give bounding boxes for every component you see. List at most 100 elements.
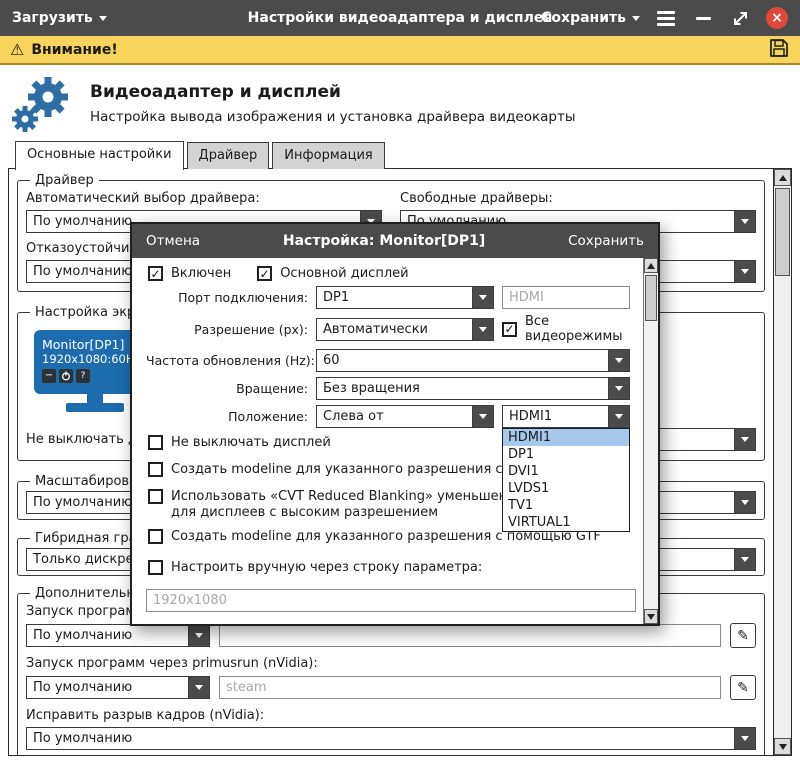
tab-main-settings[interactable]: Основные настройки [15,141,184,170]
position-target-combo[interactable]: HDMI1 [502,405,630,428]
cvt-reduced-blanking-checkbox[interactable]: Использовать «CVT Reduced Blanking» умен… [148,489,552,521]
close-button[interactable] [766,7,788,29]
combo-value: DP1 [317,287,472,308]
scroll-down-button[interactable] [644,609,658,624]
arrow-up-icon [779,175,787,181]
port-combo[interactable]: DP1 [316,286,494,309]
arrow-up-icon [647,263,655,269]
primusrun-mode-combo[interactable]: По умолчанию [26,676,210,699]
arrow-down-icon [647,614,655,620]
auto-driver-label: Автоматический выбор драйвера: [26,191,382,207]
checkbox-label: Не выключать дисплей [171,435,331,450]
save-menu-label: Сохранить [541,10,626,26]
resolution-combo[interactable]: Автоматически [316,318,494,341]
scroll-up-button[interactable] [774,169,791,186]
all-video-modes-checkbox[interactable]: Все видеорежимы [502,314,636,344]
page-title: Видеоадаптер и дисплей [90,82,576,102]
primusrun-edit-pencil-button[interactable] [730,675,756,700]
refresh-rate-combo[interactable]: 60 [316,349,630,372]
combo-value: По умолчанию [27,677,188,698]
dialog-body: Включен Основной дисплей Порт подключени… [132,258,658,624]
tab-information[interactable]: Информация [272,142,384,169]
dropdown-option-lvds1[interactable]: LVDS1 [503,480,629,497]
combo-value: 60 [317,350,608,371]
optirun-command-input[interactable] [219,624,721,647]
checkbox-label: Включен [171,266,231,281]
dropdown-option-hdmi1[interactable]: HDMI1 [503,429,629,446]
checkbox-unchecked-icon [148,435,163,450]
dialog-cancel-button[interactable]: Отмена [146,233,200,249]
rotation-combo[interactable]: Без вращения [316,377,630,400]
combo-value: Автоматически [317,319,472,340]
checkbox-checked-icon [257,266,272,281]
tab-driver[interactable]: Драйвер [187,142,270,169]
monitor-stand-base [66,403,124,412]
manual-mode-checkbox[interactable]: Настроить вручную через строку параметра… [148,560,482,575]
monitor-settings-dialog: Отмена Настройка: Monitor[DP1] Сохранить… [130,222,660,626]
combo-value: Слева от [317,406,472,427]
window-title: Настройки видеоадаптера и дисплея [248,10,553,26]
checkbox-unchecked-icon [148,529,163,544]
dialog-save-button[interactable]: Сохранить [568,233,644,249]
monitor-help-button[interactable] [76,369,90,383]
enabled-checkbox[interactable]: Включен [148,266,231,281]
chevron-down-icon [734,261,755,282]
manual-mode-input[interactable] [146,589,636,612]
resolution-label: Разрешение (px): [146,322,316,337]
chevron-down-icon [472,287,493,308]
chevron-down-icon [608,350,629,371]
dropdown-option-virtual1[interactable]: VIRTUAL1 [503,514,629,531]
position-combo[interactable]: Слева от [316,405,494,428]
save-file-icon[interactable] [768,37,790,63]
rotation-label: Вращение: [146,381,316,396]
scroll-down-button[interactable] [774,738,791,755]
chevron-down-icon [734,429,755,450]
save-menu-button[interactable]: Сохранить [541,10,640,26]
expand-arrows-icon [732,10,749,27]
refresh-rate-label: Частота обновления (Hz): [146,353,316,368]
chevron-down-icon [734,728,755,749]
primary-display-checkbox[interactable]: Основной дисплей [257,266,408,281]
gears-icon [10,72,74,134]
chevron-down-icon [472,406,493,427]
chevron-down-icon [608,406,629,427]
dialog-scrollbar[interactable] [643,258,658,624]
dropdown-option-dp1[interactable]: DP1 [503,446,629,463]
checkbox-unchecked-icon [148,462,163,477]
warning-label: Внимание! [31,42,117,58]
optirun-mode-combo[interactable]: По умолчанию [26,624,210,647]
primusrun-command-input[interactable] [219,676,721,699]
checkbox-checked-icon [502,322,517,337]
optirun-edit-pencil-button[interactable] [730,623,756,648]
minimize-button[interactable] [692,7,714,29]
scroll-thumb[interactable] [645,275,657,321]
tearfree-combo[interactable]: По умолчанию [26,727,756,750]
menu-icon[interactable] [655,7,677,29]
monitor-stand [87,394,103,403]
monitor-disable-button[interactable] [42,369,56,383]
chevron-down-icon [734,492,755,513]
port-manual-input[interactable] [502,286,630,309]
primusrun-label: Запуск программ через primusrun (nVidia)… [26,656,756,672]
dropdown-option-dvi1[interactable]: DVI1 [503,463,629,480]
minimize-icon [696,17,711,20]
monitor-power-button[interactable] [59,369,73,383]
chevron-down-icon [608,378,629,399]
chevron-down-icon [734,211,755,232]
tab-bar: Основные настройки Драйвер Информация [15,141,385,169]
dropdown-option-tv1[interactable]: TV1 [503,497,629,514]
chevron-down-icon [188,677,209,698]
titlebar: Загрузить Настройки видеоадаптера и дисп… [0,0,800,36]
chevron-down-icon [734,549,755,570]
chevron-down-icon [472,319,493,340]
checkbox-unchecked-icon [148,560,163,575]
chevron-down-icon [188,625,209,646]
load-menu-label: Загрузить [12,10,93,26]
main-scrollbar[interactable] [773,169,791,755]
scroll-thumb[interactable] [775,188,790,276]
maximize-button[interactable] [729,7,751,29]
free-driver-label: Свободные драйверы: [400,191,756,207]
load-menu-button[interactable]: Загрузить [12,10,107,26]
scroll-up-button[interactable] [644,258,658,273]
keep-display-checkbox[interactable]: Не выключать дисплей [148,435,331,450]
